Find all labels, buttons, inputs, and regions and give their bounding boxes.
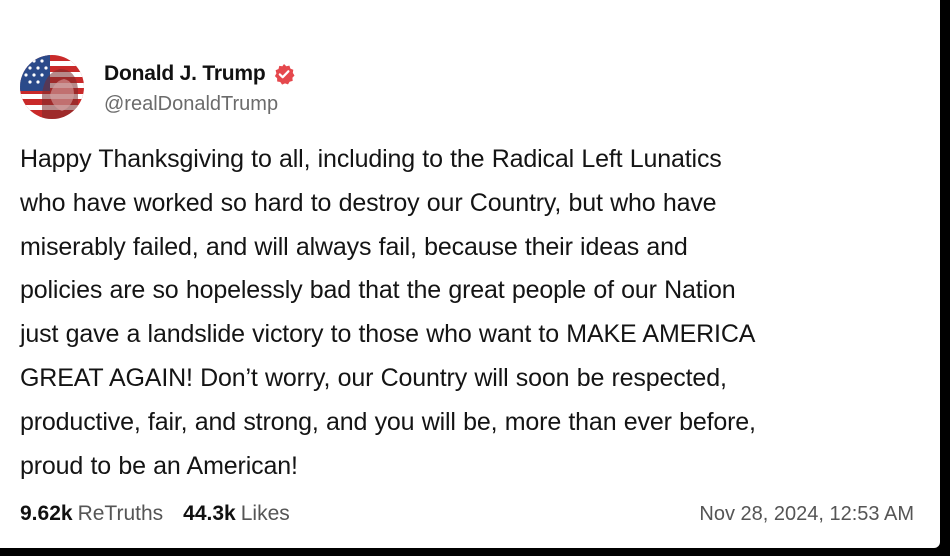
author-name-row: Donald J. Trump bbox=[104, 59, 295, 89]
likes-count: 44.3k bbox=[183, 502, 236, 525]
post-footer: 9.62k ReTruths 44.3k Likes Nov 28, 2024,… bbox=[20, 498, 914, 530]
post-card: Donald J. Trump @realDonaldTrump Happy T… bbox=[0, 0, 940, 548]
author-display-name[interactable]: Donald J. Trump bbox=[104, 62, 266, 86]
post-body-line: Happy Thanksgiving to all, including to … bbox=[20, 145, 722, 173]
post-body-line: just gave a landslide victory to those w… bbox=[20, 320, 756, 349]
retruths-label: ReTruths bbox=[77, 502, 164, 525]
post-body-line: miserably failed, and will always fail, … bbox=[20, 232, 688, 261]
post-timestamp[interactable]: Nov 28, 2024, 12:53 AM bbox=[699, 503, 914, 526]
post-header: Donald J. Trump @realDonaldTrump bbox=[20, 52, 295, 122]
likes-stat[interactable]: 44.3k Likes bbox=[183, 502, 290, 526]
post-body-line: who have worked so hard to destroy our C… bbox=[20, 188, 717, 217]
author-handle[interactable]: @realDonaldTrump bbox=[104, 93, 295, 116]
post-body-line: productive, fair, and strong, and you wi… bbox=[20, 407, 756, 436]
avatar[interactable] bbox=[20, 55, 84, 119]
author-names: Donald J. Trump @realDonaldTrump bbox=[104, 59, 295, 116]
retruths-count: 9.62k bbox=[20, 502, 73, 525]
retruths-stat[interactable]: 9.62k ReTruths bbox=[20, 502, 163, 526]
likes-label: Likes bbox=[240, 502, 290, 525]
post-body-line: policies are so hopelessly bad that the … bbox=[20, 276, 736, 305]
post-body: Happy Thanksgiving to all, including to … bbox=[20, 138, 925, 488]
verified-badge-icon bbox=[273, 63, 295, 85]
post-body-line: proud to be an American! bbox=[20, 451, 298, 480]
post-body-line: GREAT AGAIN! Don’t worry, our Country wi… bbox=[20, 363, 727, 392]
